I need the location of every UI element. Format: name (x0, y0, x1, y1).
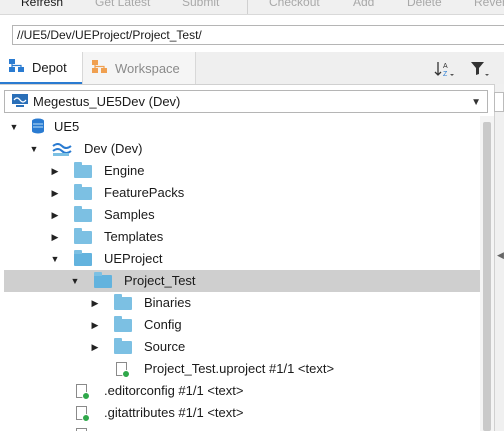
svg-text:Z: Z (443, 71, 448, 78)
expanded-arrow-icon[interactable]: ▼ (50, 254, 60, 264)
tab-workspace-label: Workspace (115, 60, 180, 76)
folder-icon (114, 338, 132, 354)
tree-node-partial-file[interactable] (0, 424, 480, 431)
folder-icon (114, 294, 132, 310)
tree-node-dev-stream[interactable]: ▼ Dev (Dev) (0, 138, 480, 160)
tree-node-label: Engine (104, 163, 145, 178)
tab-workspace[interactable]: Workspace (82, 52, 196, 84)
tree-node-project-test[interactable]: ▼ Project_Test (4, 270, 480, 292)
scrollbar-thumb[interactable] (483, 122, 491, 431)
tab-bar: Depot Workspace A Z (0, 52, 504, 85)
tree-node-ue5[interactable]: ▼ UE5 (0, 116, 480, 138)
folder-open-icon (74, 250, 92, 266)
stream-icon (11, 92, 29, 111)
get-latest-button[interactable]: Get Latest (95, 0, 150, 9)
depot-tree: ▼ UE5 ▼ Dev (Dev) ▶ Engine ▶ FeaturePack… (0, 116, 494, 431)
collapsed-arrow-icon[interactable]: ▶ (50, 210, 60, 220)
depot-path-field[interactable] (12, 25, 504, 45)
tree-node-label: Dev (Dev) (84, 141, 143, 156)
chevron-left-icon[interactable]: ◀ (497, 250, 504, 261)
tab-depot[interactable]: Depot (0, 52, 82, 84)
collapsed-arrow-icon[interactable]: ▶ (50, 188, 60, 198)
tree-node-label: Source (144, 339, 186, 354)
tree-node-samples[interactable]: ▶ Samples (0, 204, 480, 226)
folder-icon (114, 316, 132, 332)
stream-selected-label: Megestus_UE5Dev (Dev) (33, 94, 181, 109)
folder-icon (74, 184, 92, 200)
tree-node-label: Project_Test.uproject #1/1 <text> (144, 361, 335, 376)
tree-node-editorconfig-file[interactable]: .editorconfig #1/1 <text> (0, 380, 480, 402)
checkout-button[interactable]: Checkout (269, 0, 320, 9)
depot-path-input[interactable] (13, 26, 501, 44)
tree-node-label: FeaturePacks (104, 185, 185, 200)
synced-status-icon (122, 370, 130, 378)
tree-node-source[interactable]: ▶ Source (0, 336, 480, 358)
adjacent-pane-control[interactable] (494, 92, 504, 112)
tab-depot-label: Depot (32, 59, 67, 75)
toolbar-separator (247, 0, 248, 14)
tree-node-label: Config (144, 317, 182, 332)
tree-node-binaries[interactable]: ▶ Binaries (0, 292, 480, 314)
tree-node-label: UE5 (54, 119, 80, 134)
tree-node-label: .gitattributes #1/1 <text> (104, 405, 244, 420)
delete-button[interactable]: Delete (407, 0, 442, 9)
stream-icon (51, 141, 73, 160)
folder-open-icon (94, 272, 112, 288)
tree-node-label: Binaries (144, 295, 191, 310)
tree-node-featurepacks[interactable]: ▶ FeaturePacks (0, 182, 480, 204)
tree-node-label: .editorconfig #1/1 <text> (104, 383, 244, 398)
collapsed-arrow-icon[interactable]: ▶ (90, 298, 100, 308)
workspace-icon (91, 59, 109, 78)
revert-button[interactable]: Revert (474, 0, 504, 9)
filter-icon[interactable] (470, 60, 490, 81)
tree-node-uproject-file[interactable]: Project_Test.uproject #1/1 <text> (0, 358, 480, 380)
tree-node-engine[interactable]: ▶ Engine (0, 160, 480, 182)
expanded-arrow-icon[interactable]: ▼ (29, 144, 39, 154)
folder-icon (74, 162, 92, 178)
tree-node-templates[interactable]: ▶ Templates (0, 226, 480, 248)
add-button[interactable]: Add (353, 0, 374, 9)
synced-status-icon (82, 392, 90, 400)
folder-icon (74, 206, 92, 222)
svg-text:A: A (443, 63, 448, 70)
refresh-button[interactable]: Refresh (21, 0, 63, 9)
submit-button[interactable]: Submit (182, 0, 219, 9)
collapsed-arrow-icon[interactable]: ▶ (50, 166, 60, 176)
tree-node-label: UEProject (104, 251, 163, 266)
sort-icon[interactable]: A Z (434, 60, 454, 81)
depot-icon (8, 58, 26, 77)
expanded-arrow-icon[interactable]: ▼ (70, 276, 80, 286)
file-icon (76, 384, 90, 400)
tree-node-gitattributes-file[interactable]: .gitattributes #1/1 <text> (0, 402, 480, 424)
folder-icon (74, 228, 92, 244)
chevron-down-icon[interactable]: ▼ (471, 97, 481, 108)
expanded-arrow-icon[interactable]: ▼ (9, 122, 19, 132)
file-icon (116, 362, 130, 378)
tree-node-label: Templates (104, 229, 164, 244)
collapsed-arrow-icon[interactable]: ▶ (50, 232, 60, 242)
synced-status-icon (82, 414, 90, 422)
tree-node-config[interactable]: ▶ Config (0, 314, 480, 336)
tree-node-ueproject[interactable]: ▼ UEProject (0, 248, 480, 270)
stream-selector[interactable]: Megestus_UE5Dev (Dev) ▼ (4, 90, 488, 113)
top-toolbar: Refresh Get Latest Submit Checkout Add D… (0, 0, 504, 15)
collapsed-arrow-icon[interactable]: ▶ (90, 342, 100, 352)
depot-database-icon (30, 117, 48, 140)
tree-node-label: Samples (104, 207, 155, 222)
file-icon (76, 406, 90, 422)
tree-node-label: Project_Test (124, 273, 196, 288)
collapsed-arrow-icon[interactable]: ▶ (90, 320, 100, 330)
